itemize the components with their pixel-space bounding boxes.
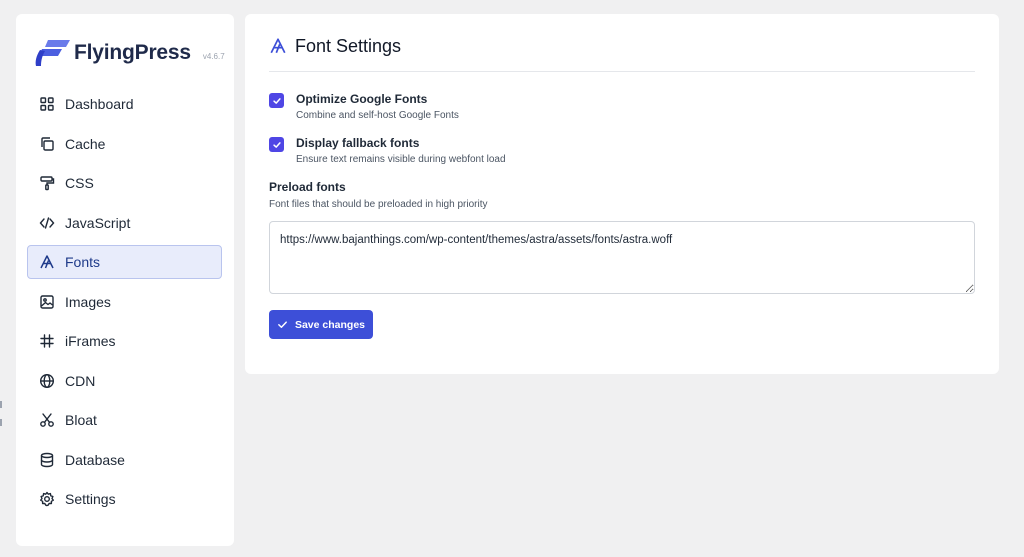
sidebar-item-label: Settings (65, 491, 116, 507)
option-description: Ensure text remains visible during webfo… (296, 154, 506, 165)
sidebar-nav: Dashboard Cache CSS JavaScript Fonts Ima… (27, 87, 222, 522)
option-label: Optimize Google Fonts (296, 92, 428, 106)
brand-name: FlyingPress (74, 41, 191, 64)
database-icon (39, 452, 55, 468)
sidebar-item-label: Fonts (65, 254, 101, 270)
sidebar-item-label: Database (65, 451, 125, 468)
option-description: Combine and self-host Google Fonts (296, 110, 459, 121)
page-title: Font Settings (295, 36, 402, 56)
sidebar-item-dashboard[interactable]: Dashboard (27, 87, 222, 121)
display-fallback-fonts-checkbox[interactable] (269, 137, 284, 152)
optimize-google-fonts-checkbox[interactable] (269, 93, 284, 108)
preload-fonts-input[interactable]: https://www.bajanthings.com/wp-content/t… (269, 221, 975, 294)
sidebar-item-label: JavaScript (65, 214, 131, 231)
grid-icon (39, 96, 55, 112)
paint-roller-icon (39, 175, 55, 191)
sidebar-item-css[interactable]: CSS (27, 166, 222, 200)
option-label: Display fallback fonts (296, 136, 420, 150)
sidebar-item-iframes[interactable]: iFrames (27, 324, 222, 358)
sidebar: FlyingPress v4.6.7 Dashboard Cache CSS J… (16, 14, 234, 546)
option-optimize-google-fonts: Optimize Google Fonts Combine and self-h… (269, 92, 459, 122)
brand[interactable]: FlyingPress v4.6.7 (32, 38, 225, 68)
code-icon (39, 215, 55, 231)
flyingpress-logo-icon (35, 40, 70, 66)
panel-header: Font Settings (269, 36, 975, 72)
font-icon (270, 38, 286, 54)
font-settings-panel: Font Settings Optimize Google Fonts Comb… (245, 14, 999, 374)
sidebar-item-label: iFrames (65, 333, 116, 349)
option-text: Display fallback fonts Ensure text remai… (296, 136, 506, 166)
save-changes-button[interactable]: Save changes (269, 310, 373, 339)
image-icon (39, 294, 55, 310)
gear-icon (39, 491, 55, 507)
preload-fonts-description: Font files that should be preloaded in h… (269, 199, 488, 210)
sidebar-item-javascript[interactable]: JavaScript (27, 206, 222, 240)
scissors-icon (39, 412, 55, 428)
sidebar-item-cdn[interactable]: CDN (27, 364, 222, 398)
check-icon (278, 321, 287, 328)
sidebar-item-images[interactable]: Images (27, 285, 222, 319)
sidebar-item-settings[interactable]: Settings (27, 482, 222, 516)
globe-icon (39, 373, 55, 389)
sidebar-item-label: CSS (65, 175, 94, 191)
check-icon (272, 97, 281, 104)
hash-icon (39, 333, 55, 349)
sidebar-item-label: Bloat (65, 412, 97, 428)
sidebar-item-label: Dashboard (65, 96, 134, 112)
edge-mark (0, 419, 2, 426)
preload-fonts-label: Preload fonts (269, 180, 346, 194)
sidebar-item-cache[interactable]: Cache (27, 127, 222, 161)
option-display-fallback-fonts: Display fallback fonts Ensure text remai… (269, 136, 506, 166)
check-icon (272, 141, 281, 148)
font-icon (39, 254, 55, 270)
sidebar-item-label: Cache (65, 135, 106, 152)
edge-mark (0, 401, 2, 408)
brand-version: v4.6.7 (202, 51, 225, 61)
save-button-label: Save changes (294, 318, 366, 331)
sidebar-item-label: CDN (65, 372, 96, 389)
sidebar-item-label: Images (65, 293, 111, 310)
preload-fonts-section: Preload fonts Font files that should be … (269, 180, 975, 294)
option-text: Optimize Google Fonts Combine and self-h… (296, 92, 459, 122)
sidebar-item-bloat[interactable]: Bloat (27, 403, 222, 437)
sidebar-item-fonts[interactable]: Fonts (27, 245, 222, 279)
copy-icon (39, 136, 55, 152)
sidebar-item-database[interactable]: Database (27, 443, 222, 477)
